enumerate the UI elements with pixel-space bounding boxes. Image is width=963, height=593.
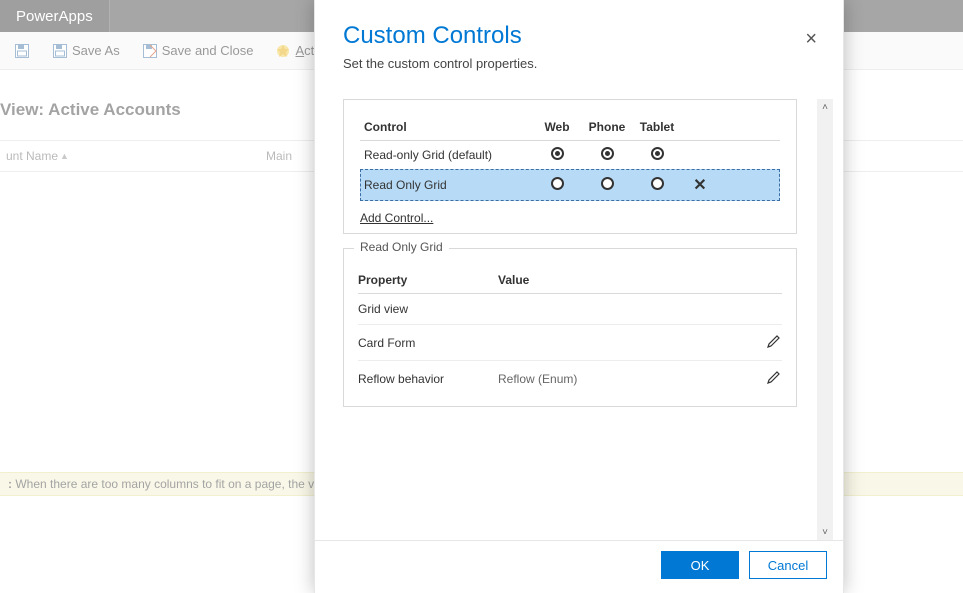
- scroll-down-icon[interactable]: ˅: [817, 524, 833, 540]
- ok-button[interactable]: OK: [661, 551, 739, 579]
- property-row: Card Form: [358, 325, 782, 361]
- sort-asc-icon: ▲: [60, 151, 69, 161]
- header-property: Property: [358, 273, 498, 287]
- radio-web[interactable]: [551, 147, 564, 160]
- save-button[interactable]: [8, 40, 36, 62]
- save-icon: [14, 43, 30, 59]
- properties-header: Property Value: [358, 267, 782, 294]
- radio-phone[interactable]: [601, 147, 614, 160]
- save-close-icon: [142, 43, 158, 59]
- remove-control-icon[interactable]: ✕: [682, 175, 718, 195]
- save-and-close-button[interactable]: Save and Close: [136, 40, 260, 62]
- properties-legend: Read Only Grid: [354, 240, 449, 254]
- property-row: Reflow behavior Reflow (Enum): [358, 361, 782, 396]
- property-value: Reflow (Enum): [498, 372, 752, 386]
- scroll-up-icon[interactable]: ˄: [817, 99, 833, 115]
- brand-label: PowerApps: [0, 0, 110, 32]
- actions-icon: [275, 43, 291, 59]
- save-as-button[interactable]: Save As: [46, 40, 126, 62]
- dialog-subtitle: Set the custom control properties.: [343, 56, 815, 71]
- save-as-icon: [52, 43, 68, 59]
- edit-icon[interactable]: [752, 369, 782, 388]
- dialog-body: ˄ ˅ Control Web Phone Tablet Read-only G…: [325, 99, 833, 540]
- dialog-header: Custom Controls Set the custom control p…: [315, 0, 843, 79]
- control-row-selected[interactable]: Read Only Grid ✕: [360, 169, 780, 201]
- header-value: Value: [498, 273, 752, 287]
- property-name: Card Form: [358, 336, 498, 350]
- control-label: Read-only Grid (default): [364, 148, 532, 162]
- save-as-label: Save As: [72, 43, 120, 58]
- radio-tablet[interactable]: [651, 147, 664, 160]
- controls-header-row: Control Web Phone Tablet: [360, 114, 780, 141]
- custom-controls-dialog: Custom Controls Set the custom control p…: [314, 0, 844, 593]
- scrollbar[interactable]: ˄ ˅: [817, 99, 833, 540]
- header-tablet: Tablet: [632, 120, 682, 134]
- header-control: Control: [364, 120, 532, 134]
- controls-panel: Control Web Phone Tablet Read-only Grid …: [343, 99, 797, 234]
- control-label: Read Only Grid: [364, 178, 532, 192]
- add-control-link[interactable]: Add Control...: [360, 211, 433, 225]
- properties-panel: Read Only Grid Property Value Grid view …: [343, 248, 797, 407]
- column-header-main[interactable]: Main: [266, 149, 292, 163]
- property-name: Reflow behavior: [358, 372, 498, 386]
- radio-tablet[interactable]: [651, 177, 664, 190]
- header-web: Web: [532, 120, 582, 134]
- radio-phone[interactable]: [601, 177, 614, 190]
- cancel-button[interactable]: Cancel: [749, 551, 827, 579]
- save-close-label: Save and Close: [162, 43, 254, 58]
- header-phone: Phone: [582, 120, 632, 134]
- column-header-name[interactable]: unt Name ▲: [6, 149, 266, 163]
- property-name: Grid view: [358, 302, 498, 316]
- radio-web[interactable]: [551, 177, 564, 190]
- close-icon[interactable]: ×: [805, 28, 817, 51]
- property-row: Grid view: [358, 294, 782, 325]
- edit-icon[interactable]: [752, 333, 782, 352]
- dialog-footer: OK Cancel: [315, 540, 843, 593]
- control-row-default[interactable]: Read-only Grid (default): [360, 141, 780, 169]
- note-text: When there are too many columns to fit o…: [12, 477, 342, 491]
- dialog-title: Custom Controls: [343, 22, 815, 50]
